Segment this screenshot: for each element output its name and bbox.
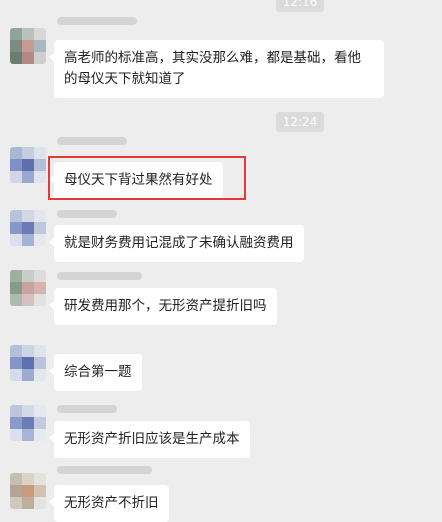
timestamp: 12:16 bbox=[276, 0, 324, 12]
message-bubble[interactable]: 研发费用那个，无形资产提折旧吗 bbox=[49, 288, 277, 325]
message-bubble[interactable]: 无形资产不折旧 bbox=[49, 485, 169, 522]
sender-name bbox=[57, 17, 137, 25]
sender-name bbox=[57, 210, 117, 218]
avatar[interactable] bbox=[10, 210, 46, 246]
message-bubble[interactable]: 就是财务费用记混成了未确认融资费用 bbox=[49, 225, 304, 262]
avatar[interactable] bbox=[10, 270, 46, 306]
timestamp: 12:24 bbox=[276, 112, 324, 132]
sender-name bbox=[57, 137, 127, 145]
sender-name bbox=[57, 466, 152, 474]
avatar[interactable] bbox=[10, 28, 46, 64]
avatar[interactable] bbox=[10, 147, 46, 183]
highlight-box bbox=[48, 156, 246, 200]
avatar[interactable] bbox=[10, 473, 46, 509]
chat-window: 12:16 高老师的标准高，其实没那么难，都是基础，看他的母仪天下就知道了 12… bbox=[0, 0, 442, 522]
message-bubble[interactable]: 高老师的标准高，其实没那么难，都是基础，看他的母仪天下就知道了 bbox=[49, 40, 384, 98]
message-bubble[interactable]: 无形资产折旧应该是生产成本 bbox=[49, 421, 250, 458]
message-bubble[interactable]: 综合第一题 bbox=[49, 354, 142, 391]
sender-name bbox=[57, 405, 117, 413]
sender-name bbox=[57, 272, 142, 280]
avatar[interactable] bbox=[10, 345, 46, 381]
avatar[interactable] bbox=[10, 405, 46, 441]
